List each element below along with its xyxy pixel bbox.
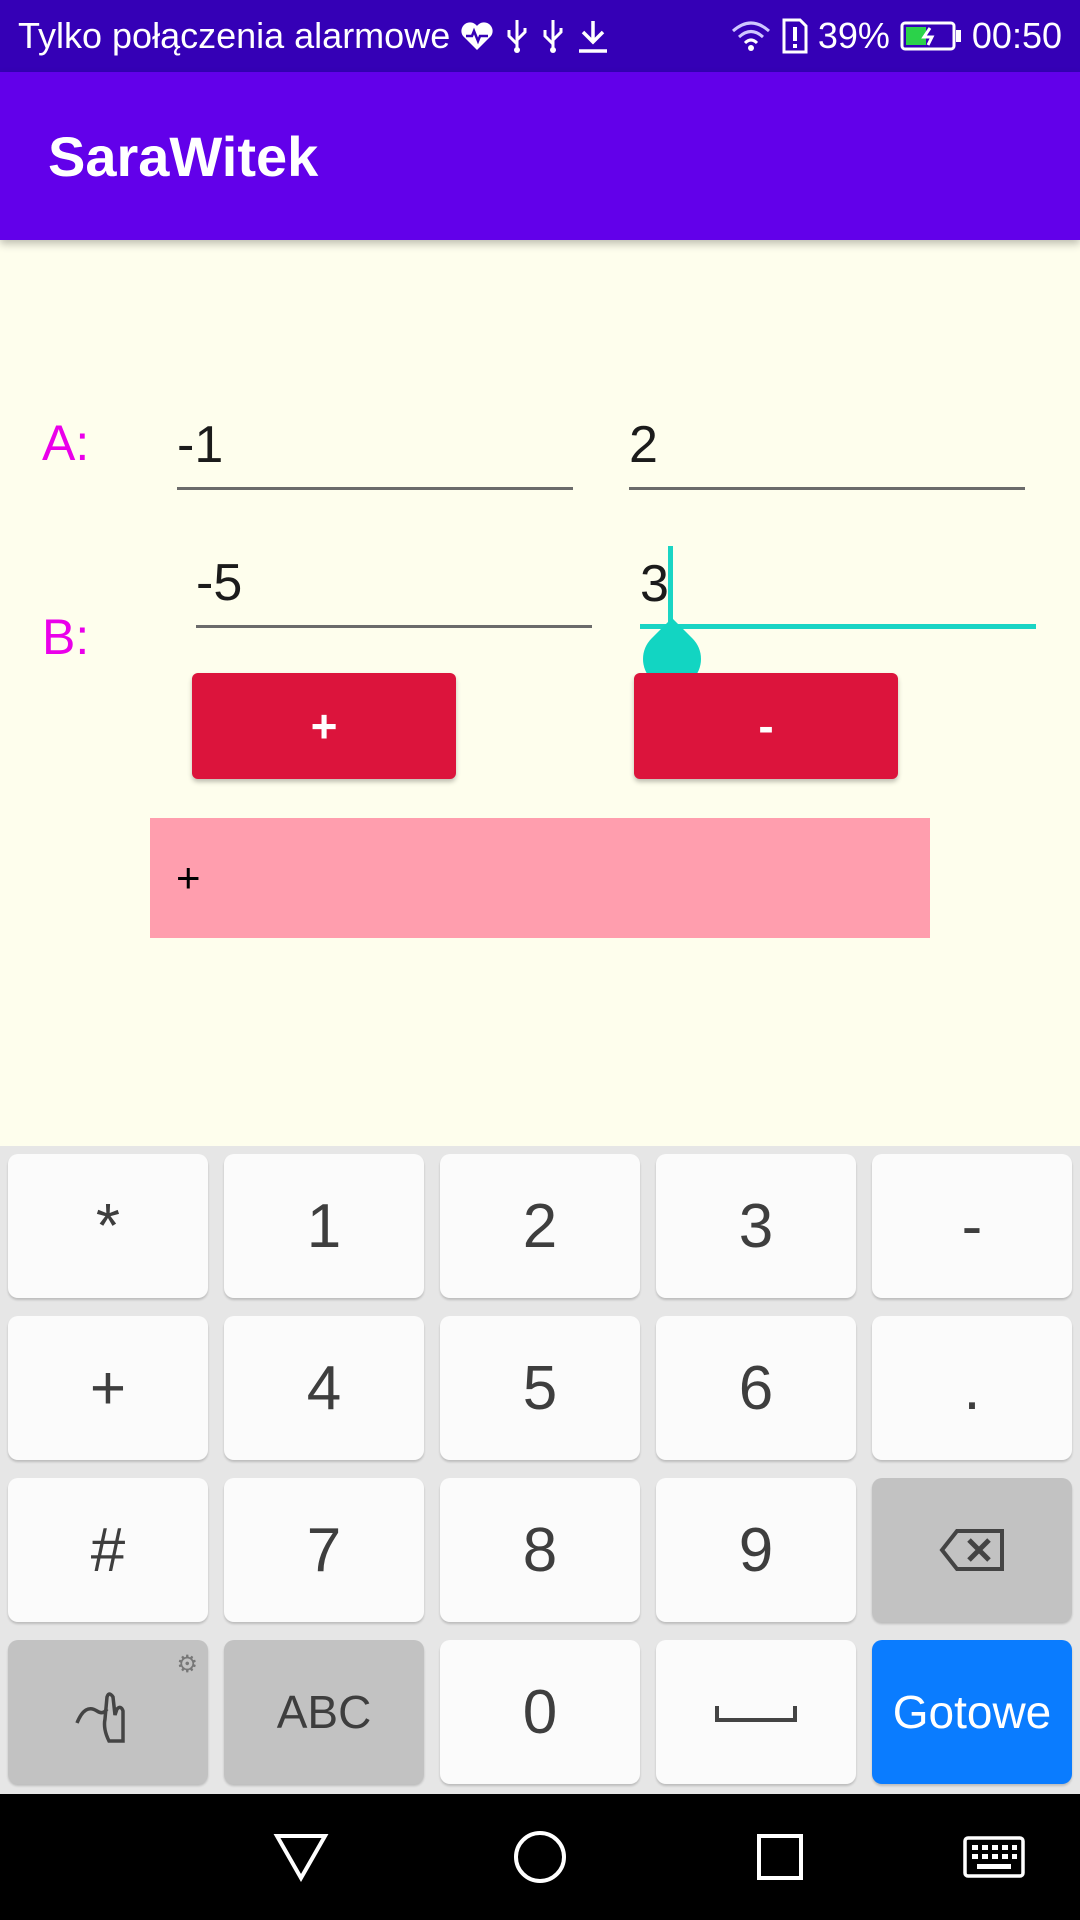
key-9[interactable]: 9 <box>656 1478 856 1622</box>
key-3[interactable]: 3 <box>656 1154 856 1298</box>
backspace-key[interactable] <box>872 1478 1072 1622</box>
recents-square-icon <box>757 1834 803 1880</box>
label-a: A: <box>42 415 90 471</box>
home-circle-icon <box>514 1831 566 1883</box>
recents-button[interactable] <box>747 1824 813 1890</box>
key-hash[interactable]: # <box>8 1478 208 1622</box>
key-4[interactable]: 4 <box>224 1316 424 1460</box>
keyboard-icon <box>963 1836 1025 1878</box>
a-second-input[interactable]: 2 <box>629 410 1025 490</box>
backspace-icon <box>939 1529 1004 1571</box>
space-key[interactable] <box>656 1640 856 1784</box>
key-0[interactable]: 0 <box>440 1640 640 1784</box>
b-second-value: 3 <box>640 555 669 613</box>
download-icon <box>576 18 610 54</box>
text-cursor <box>668 546 673 628</box>
space-icon <box>715 1706 797 1722</box>
wifi-icon <box>730 19 772 53</box>
add-button[interactable]: + <box>192 673 456 779</box>
key-7[interactable]: 7 <box>224 1478 424 1622</box>
key-dash[interactable]: - <box>872 1154 1072 1298</box>
result-box: + <box>150 818 930 938</box>
key-2[interactable]: 2 <box>440 1154 640 1298</box>
carrier-text: Tylko połączenia alarmowe <box>18 15 451 56</box>
back-triangle-icon <box>273 1834 329 1882</box>
key-6[interactable]: 6 <box>656 1316 856 1460</box>
a-first-input[interactable]: -1 <box>177 410 573 490</box>
keyboard-switch-button[interactable] <box>956 1824 1032 1890</box>
app-title: SaraWitek <box>48 124 319 188</box>
subtract-button[interactable]: - <box>634 673 898 779</box>
battery-charging-icon <box>900 20 962 52</box>
clock: 00:50 <box>971 15 1062 56</box>
home-button[interactable] <box>507 1824 573 1890</box>
key-star[interactable]: * <box>8 1154 208 1298</box>
b-first-input[interactable]: -5 <box>196 548 592 628</box>
done-key[interactable]: Gotowe <box>872 1640 1072 1784</box>
result-text: + <box>176 854 201 901</box>
numeric-keyboard: * 1 2 3 - + 4 5 6 . # 7 8 9 ⚙ ABC 0 Goto… <box>0 1146 1080 1794</box>
a-second-value: 2 <box>629 416 658 474</box>
a-first-value: -1 <box>177 416 224 474</box>
battery-percent: 39% <box>817 15 890 56</box>
key-8[interactable]: 8 <box>440 1478 640 1622</box>
navigation-bar <box>0 1794 1080 1920</box>
back-button[interactable] <box>268 1824 334 1890</box>
handwriting-key[interactable]: ⚙ <box>8 1640 208 1784</box>
sim-alert-icon <box>782 18 808 54</box>
key-dot[interactable]: . <box>872 1316 1072 1460</box>
abc-key[interactable]: ABC <box>224 1640 424 1784</box>
usb-icon <box>540 18 566 54</box>
gear-icon: ⚙ <box>176 1651 198 1678</box>
b-first-value: -5 <box>196 554 243 612</box>
status-bar: Tylko połączenia alarmowe 39% 00:50 <box>0 0 1080 72</box>
handwriting-icon <box>75 1692 125 1743</box>
health-heart-icon <box>460 21 494 51</box>
label-b: B: <box>42 609 90 665</box>
b-second-input[interactable]: 3 <box>640 548 1036 629</box>
key-plus[interactable]: + <box>8 1316 208 1460</box>
usb-icon <box>504 18 530 54</box>
app-bar: SaraWitek <box>0 72 1080 240</box>
key-5[interactable]: 5 <box>440 1316 640 1460</box>
key-1[interactable]: 1 <box>224 1154 424 1298</box>
